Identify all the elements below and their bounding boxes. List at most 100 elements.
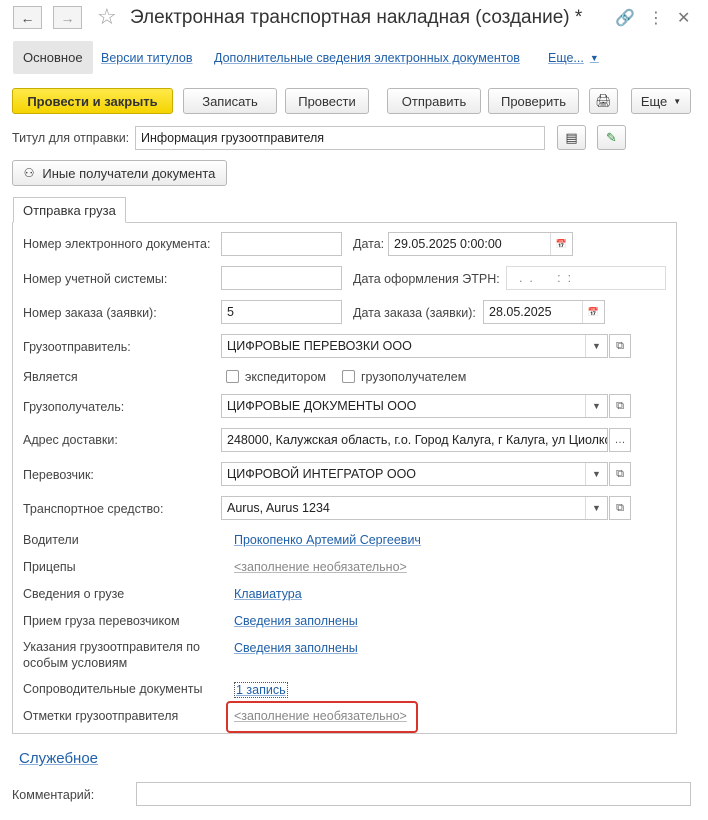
edit-icon: ✎ xyxy=(606,129,617,145)
acceptance-label: Прием груза перевозчиком xyxy=(23,614,180,628)
open-shipper-button[interactable]: ⧉ xyxy=(609,334,631,358)
is-label: Является xyxy=(23,370,78,384)
shipper-label: Грузоотправитель: xyxy=(23,340,131,354)
open-icon: ⧉ xyxy=(616,467,624,480)
acceptance-link[interactable]: Сведения заполнены xyxy=(234,614,358,628)
tab-main[interactable]: Основное xyxy=(13,41,93,74)
account-number-field[interactable] xyxy=(221,266,342,290)
date-value: 29.05.2025 0:00:00 xyxy=(394,237,502,251)
consignee-checkbox-label: грузополучателем xyxy=(361,370,467,384)
order-date-label: Дата заказа (заявки): xyxy=(353,306,476,320)
calendar-icon[interactable]: 📅 xyxy=(550,233,572,255)
drivers-label: Водители xyxy=(23,533,79,547)
highlight-box xyxy=(226,701,418,733)
open-icon: ⧉ xyxy=(616,339,624,352)
open-carrier-button[interactable]: ⧉ xyxy=(609,462,631,486)
order-date-value: 28.05.2025 xyxy=(489,305,552,319)
more-actions-button[interactable]: Еще ▼ xyxy=(631,88,691,114)
post-button[interactable]: Провести xyxy=(285,88,369,114)
other-recipients-label: Иные получатели документа xyxy=(42,165,216,181)
tab-more-label: Еще... xyxy=(548,50,584,65)
service-link[interactable]: Служебное xyxy=(19,750,98,767)
chevron-down-icon: ▼ xyxy=(589,52,599,63)
order-date-field[interactable]: 28.05.2025 📅 xyxy=(483,300,605,324)
etrn-date-label: Дата оформления ЭТРН: xyxy=(353,272,500,286)
delivery-address-label: Адрес доставки: xyxy=(23,433,118,447)
send-button[interactable]: Отправить xyxy=(387,88,481,114)
shipper-field[interactable]: ЦИФРОВЫЕ ПЕРЕВОЗКИ ООО ▼ xyxy=(221,334,608,358)
back-arrow-icon: ← xyxy=(20,9,35,26)
tab-versions[interactable]: Версии титулов xyxy=(91,41,203,74)
list-icon: ▤ xyxy=(565,129,578,145)
save-button[interactable]: Записать xyxy=(183,88,277,114)
instructions-label-line1: Указания грузоотправителя по xyxy=(23,640,200,654)
chevron-down-icon: ▼ xyxy=(673,96,682,106)
delivery-address-value: 248000, Калужская область, г.о. Город Ка… xyxy=(227,433,608,447)
consignee-field[interactable]: ЦИФРОВЫЕ ДОКУМЕНТЫ ООО ▼ xyxy=(221,394,608,418)
chevron-down-icon[interactable]: ▼ xyxy=(585,497,607,519)
link-icon[interactable]: 🔗 xyxy=(615,8,635,28)
window-title: Электронная транспортная накладная (созд… xyxy=(130,7,583,28)
more-actions-label: Еще xyxy=(640,93,668,109)
shipper-marks-label: Отметки грузоотправителя xyxy=(23,709,179,723)
open-icon: ⧉ xyxy=(616,399,624,412)
edit-title-button[interactable]: ✎ xyxy=(597,125,626,150)
vehicle-field[interactable]: Aurus, Aurus 1234 ▼ xyxy=(221,496,608,520)
comment-field[interactable] xyxy=(136,782,691,806)
star-icon[interactable]: ☆ xyxy=(97,4,117,30)
tab-cargo-shipment[interactable]: Отправка груза xyxy=(13,197,126,223)
carrier-field[interactable]: ЦИФРОВОЙ ИНТЕГРАТОР ООО ▼ xyxy=(221,462,608,486)
cargo-info-link[interactable]: Клавиатура xyxy=(234,587,302,601)
title-label: Титул для отправки: xyxy=(12,131,130,145)
edoc-number-field[interactable] xyxy=(221,232,342,256)
users-icon: ⚇ xyxy=(23,166,35,180)
tab-more[interactable]: Еще... ▼ xyxy=(538,41,609,74)
forwarder-checkbox[interactable] xyxy=(226,370,239,383)
chevron-down-icon[interactable]: ▼ xyxy=(585,335,607,357)
open-consignee-button[interactable]: ⧉ xyxy=(609,394,631,418)
trailers-link[interactable]: <заполнение необязательно> xyxy=(234,560,407,574)
consignee-checkbox[interactable] xyxy=(342,370,355,383)
instructions-label-line2: особым условиям xyxy=(23,656,128,670)
forward-button[interactable]: → xyxy=(53,6,82,29)
consignee-value: ЦИФРОВЫЕ ДОКУМЕНТЫ ООО xyxy=(227,399,417,413)
trailers-label: Прицепы xyxy=(23,560,76,574)
forwarder-label: экспедитором xyxy=(245,370,326,384)
vehicle-value: Aurus, Aurus 1234 xyxy=(227,501,330,515)
delivery-address-field[interactable]: 248000, Калужская область, г.о. Город Ка… xyxy=(221,428,608,452)
date-field[interactable]: 29.05.2025 0:00:00 📅 xyxy=(388,232,573,256)
print-button[interactable]: 🖨 xyxy=(589,88,618,114)
ellipsis-icon: … xyxy=(614,434,626,446)
cargo-info-label: Сведения о грузе xyxy=(23,587,125,601)
post-and-close-button[interactable]: Провести и закрыть xyxy=(12,88,173,114)
list-button[interactable]: ▤ xyxy=(557,125,586,150)
comment-label: Комментарий: xyxy=(12,788,95,802)
etrn-date-field: . . : : xyxy=(506,266,666,290)
back-button[interactable]: ← xyxy=(13,6,42,29)
drivers-link[interactable]: Прокопенко Артемий Сергеевич xyxy=(234,533,421,547)
forward-arrow-icon: → xyxy=(60,9,75,26)
check-button[interactable]: Проверить xyxy=(488,88,579,114)
documents-link[interactable]: 1 запись xyxy=(234,682,288,698)
shipper-value: ЦИФРОВЫЕ ПЕРЕВОЗКИ ООО xyxy=(227,339,412,353)
chevron-down-icon[interactable]: ▼ xyxy=(585,395,607,417)
printer-icon: 🖨 xyxy=(595,93,612,108)
open-icon: ⧉ xyxy=(616,501,624,514)
other-recipients-button[interactable]: ⚇ Иные получатели документа xyxy=(12,160,227,186)
order-number-label: Номер заказа (заявки): xyxy=(23,306,157,320)
vehicle-label: Транспортное средство: xyxy=(23,502,164,516)
edoc-number-label: Номер электронного документа: xyxy=(23,237,211,251)
title-field[interactable]: Информация грузоотправителя xyxy=(135,126,545,150)
calendar-icon[interactable]: 📅 xyxy=(582,301,604,323)
more-icon[interactable]: ⋮ xyxy=(648,8,664,28)
account-number-label: Номер учетной системы: xyxy=(23,272,168,286)
close-icon[interactable]: ✕ xyxy=(677,8,690,28)
select-address-button[interactable]: … xyxy=(609,428,631,452)
open-vehicle-button[interactable]: ⧉ xyxy=(609,496,631,520)
instructions-link[interactable]: Сведения заполнены xyxy=(234,641,358,655)
chevron-down-icon[interactable]: ▼ xyxy=(585,463,607,485)
order-number-field[interactable]: 5 xyxy=(221,300,342,324)
documents-label: Сопроводительные документы xyxy=(23,682,203,696)
consignee-label: Грузополучатель: xyxy=(23,400,125,414)
tab-additional[interactable]: Дополнительные сведения электронных доку… xyxy=(204,41,530,74)
